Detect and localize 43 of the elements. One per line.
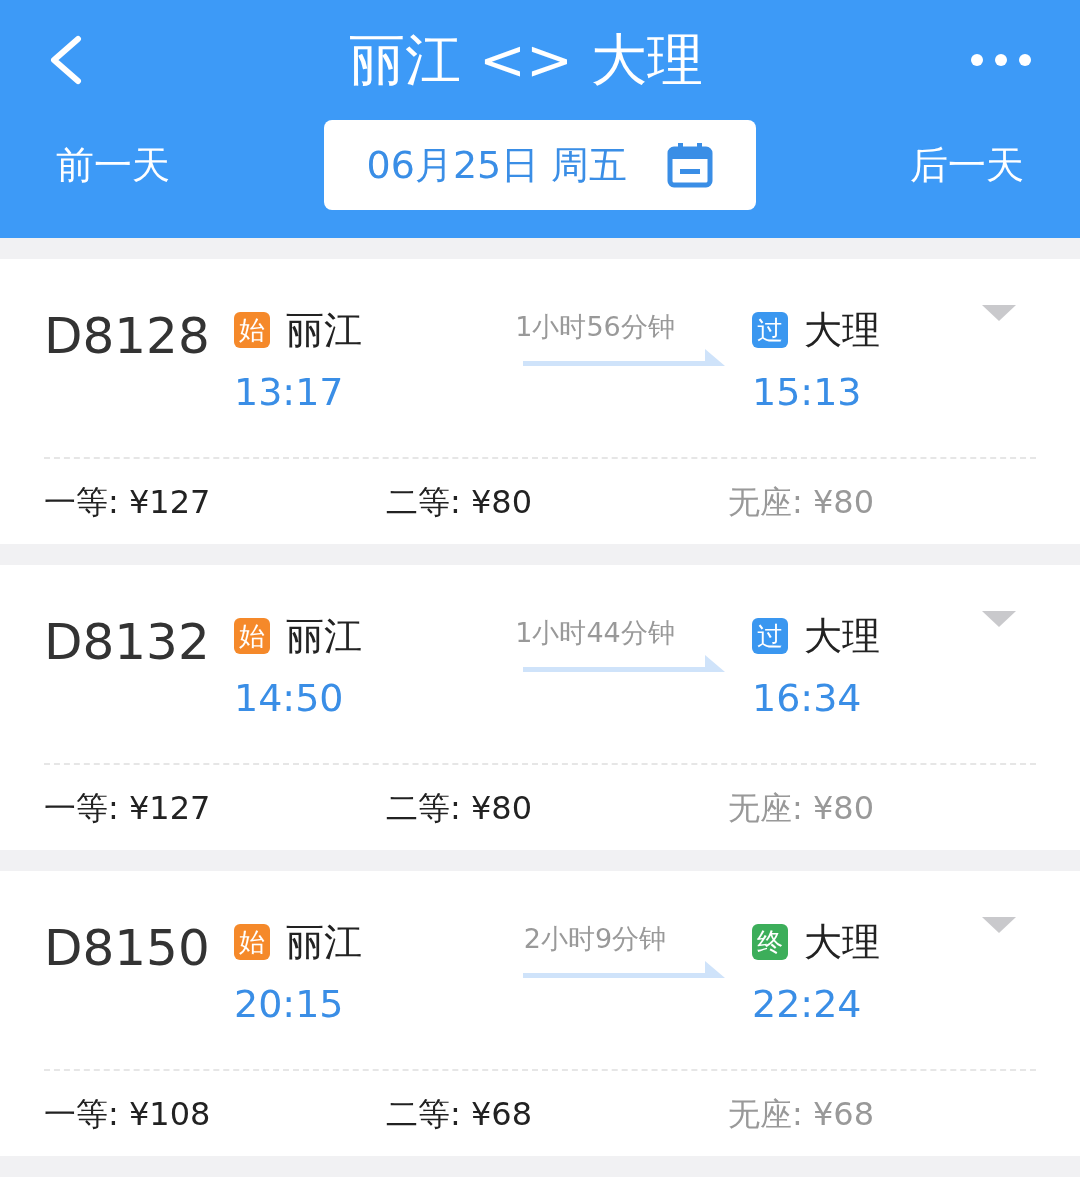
station-badge: 始: [234, 924, 270, 960]
seat-price: 一等: ¥127: [44, 481, 212, 523]
station-name: 丽江: [286, 307, 362, 354]
time-text: 15:13: [752, 369, 862, 416]
station-name: 大理: [804, 307, 880, 354]
seat-price: 二等: ¥80: [386, 481, 534, 523]
train-number: D8128: [44, 306, 211, 367]
seat-price: 一等: ¥127: [44, 787, 212, 829]
back-icon[interactable]: [48, 35, 82, 85]
more-icon[interactable]: [970, 53, 1032, 67]
dropdown-icon[interactable]: [982, 917, 1016, 933]
duration-text: 1小时56分钟: [515, 310, 675, 344]
station-name: 大理: [804, 613, 880, 660]
train-card[interactable]: D8128 始 丽江 13:17 1小时56分钟 过 大理 15:13 一等: ¥127 二等: ¥80 无座: ¥80: [0, 259, 1080, 544]
dropdown-icon[interactable]: [982, 611, 1016, 627]
train-number: D8132: [44, 612, 211, 673]
station-badge: 过: [752, 618, 788, 654]
station-badge: 过: [752, 312, 788, 348]
station-badge: 始: [234, 618, 270, 654]
calendar-icon: [667, 142, 714, 188]
time-text: 16:34: [752, 675, 862, 722]
station-badge: 始: [234, 312, 270, 348]
seat-price: 二等: ¥68: [386, 1093, 534, 1135]
duration-text: 2小时9分钟: [523, 922, 667, 956]
train-number: D8150: [44, 918, 211, 979]
seat-price: 无座: ¥68: [728, 1093, 875, 1135]
station-name: 丽江: [286, 613, 362, 660]
seat-price: 二等: ¥80: [386, 787, 534, 829]
train-card[interactable]: D8150 始 丽江 20:15 2小时9分钟 终 大理 22:24 一等: ¥108 二等: ¥68 无座: ¥68: [0, 871, 1080, 1156]
page-title: 丽江 <> 大理: [349, 32, 703, 88]
train-card[interactable]: D8132 始 丽江 14:50 1小时44分钟 过 大理 16:34 一等: ¥127 二等: ¥80 无座: ¥80: [0, 565, 1080, 850]
station-badge: 终: [752, 924, 788, 960]
station-name: 大理: [804, 919, 880, 966]
time-text: 14:50: [234, 675, 344, 722]
dropdown-icon[interactable]: [982, 305, 1016, 321]
time-text: 20:15: [234, 981, 344, 1028]
station-name: 丽江: [286, 919, 362, 966]
seat-price: 无座: ¥80: [728, 787, 875, 829]
seat-price: 一等: ¥108: [44, 1093, 212, 1135]
duration-text: 1小时44分钟: [515, 616, 675, 650]
time-text: 13:17: [234, 369, 344, 416]
time-text: 22:24: [752, 981, 862, 1028]
seat-price: 无座: ¥80: [728, 481, 875, 523]
